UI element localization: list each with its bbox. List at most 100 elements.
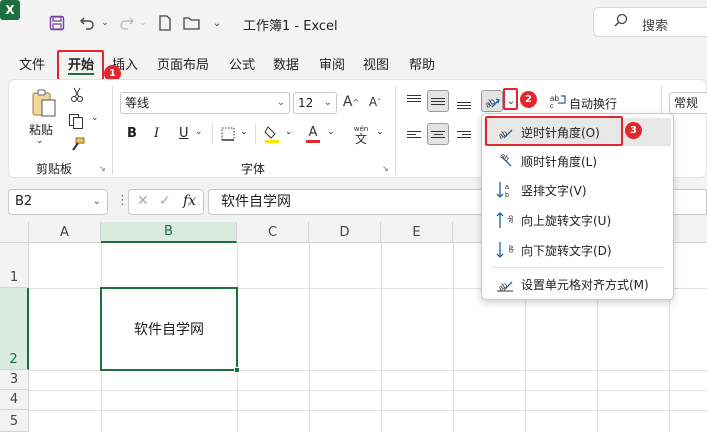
step-badge-3: 3 <box>625 122 642 139</box>
cut-icon[interactable] <box>69 86 85 104</box>
paste-icon[interactable] <box>29 87 59 119</box>
borders-icon[interactable] <box>220 126 236 142</box>
row-header-5[interactable]: 5 <box>0 410 29 432</box>
rotate-text-down-icon: ab <box>496 241 514 259</box>
font-size-dropdown-icon[interactable]: ⌄ <box>324 93 332 113</box>
menu-item-label: 向上旋转文字(U) <box>521 213 612 228</box>
align-center-button[interactable] <box>427 123 449 145</box>
cell-b2[interactable]: 软件自学网 <box>100 287 238 371</box>
vertical-text-icon: ab <box>496 181 514 199</box>
fill-handle[interactable] <box>234 367 240 373</box>
decrease-font-size-icon[interactable]: Aˇ <box>366 95 384 109</box>
tab-review[interactable]: 审阅 <box>319 54 345 73</box>
borders-dropdown-icon[interactable]: ⌄ <box>240 127 248 137</box>
font-separator <box>255 124 256 144</box>
row-header-3[interactable]: 3 <box>0 370 29 390</box>
phonetic-guide-icon[interactable]: wén 文 <box>349 122 373 146</box>
bottom-align-button[interactable] <box>453 90 475 112</box>
tab-page-layout[interactable]: 页面布局 <box>157 54 209 73</box>
cancel-icon[interactable]: ✕ <box>137 193 149 209</box>
grid-line <box>29 410 707 411</box>
fill-color-dropdown-icon[interactable]: ⌄ <box>285 127 293 137</box>
menu-item-label: 竖排文字(V) <box>521 183 587 198</box>
redo-dropdown-icon[interactable]: ⌄ <box>138 12 148 34</box>
copy-dropdown-icon[interactable]: ⌄ <box>91 113 99 123</box>
tab-formulas[interactable]: 公式 <box>229 54 255 73</box>
column-header-c[interactable]: C <box>237 222 309 243</box>
font-color-icon[interactable]: A <box>304 123 322 145</box>
middle-align-button[interactable] <box>427 90 449 112</box>
wrap-text-label[interactable]: 自动换行 <box>569 95 617 112</box>
menu-item-vertical-text[interactable]: ab 竖排文字(V) <box>484 176 671 204</box>
font-size-combo[interactable]: 12 ⌄ <box>293 92 337 114</box>
row-header-1[interactable]: 1 <box>0 243 29 288</box>
tab-data[interactable]: 数据 <box>273 54 299 73</box>
new-file-icon[interactable] <box>154 12 176 34</box>
enter-icon[interactable]: ✓ <box>159 193 171 209</box>
menu-item-rotate-text-down[interactable]: ab 向下旋转文字(D) <box>484 236 671 264</box>
name-box-dropdown-icon[interactable]: ⌄ <box>93 190 101 214</box>
title-bar: X ⌄ ⌄ ⌄ 工作簿1 - Excel 搜索 <box>0 0 707 46</box>
insert-function-button[interactable]: fx <box>183 193 196 209</box>
group-separator <box>112 86 113 174</box>
menu-item-label: 向下旋转文字(D) <box>521 243 612 258</box>
fill-color-icon[interactable] <box>263 124 281 144</box>
search-box[interactable]: 搜索 <box>593 7 707 37</box>
align-left-button[interactable] <box>403 123 425 145</box>
name-box[interactable]: B2 ⌄ <box>8 189 108 215</box>
menu-item-label: 设置单元格对齐方式(M) <box>521 277 649 292</box>
open-folder-icon[interactable] <box>181 12 203 34</box>
grid-line <box>309 243 310 432</box>
align-right-button[interactable] <box>453 123 475 145</box>
paste-dropdown-icon[interactable]: ⌄ <box>36 136 44 146</box>
row-header-2[interactable]: 2 <box>0 288 29 370</box>
wrap-text-icon[interactable]: ab c <box>549 92 569 110</box>
tab-file[interactable]: 文件 <box>19 54 45 73</box>
menu-item-format-cell-alignment[interactable]: ab 设置单元格对齐方式(M) <box>484 270 671 298</box>
top-align-button[interactable] <box>403 90 425 112</box>
column-header-e[interactable]: E <box>381 222 453 243</box>
bold-button[interactable]: B <box>127 126 137 141</box>
underline-button[interactable]: U <box>179 126 189 141</box>
menu-item-label: 顺时针角度(L) <box>521 154 598 169</box>
font-group-label: 字体 <box>241 162 266 176</box>
increase-font-size-icon[interactable]: A ^ <box>342 94 360 110</box>
number-format-value: 常规 <box>674 96 699 110</box>
undo-icon[interactable] <box>76 12 98 34</box>
number-format-combo[interactable]: 常规 <box>669 92 707 114</box>
orientation-button[interactable]: ab <box>481 90 503 112</box>
group-separator <box>395 86 396 174</box>
phonetic-dropdown-icon[interactable]: ⌄ <box>376 127 384 137</box>
select-all-corner[interactable] <box>0 222 29 243</box>
menu-item-angle-clockwise[interactable]: ab 顺时针角度(L) <box>484 147 671 175</box>
font-name-combo[interactable]: 等线 ⌄ <box>120 92 290 114</box>
font-launcher-icon[interactable]: ↘ <box>382 164 389 173</box>
clipboard-launcher-icon[interactable]: ↘ <box>99 164 106 173</box>
tab-view[interactable]: 视图 <box>363 54 389 73</box>
highlight-box-orientation-dropdown <box>503 88 518 110</box>
customize-dropdown-icon[interactable]: ⌄ <box>210 12 224 34</box>
rotate-text-up-icon: ab <box>496 211 514 229</box>
undo-dropdown-icon[interactable]: ⌄ <box>100 12 110 34</box>
svg-text:ab: ab <box>499 153 512 164</box>
font-color-dropdown-icon[interactable]: ⌄ <box>327 127 335 137</box>
menu-item-rotate-text-up[interactable]: ab 向上旋转文字(U) <box>484 206 671 234</box>
window-title: 工作簿1 - Excel <box>243 19 338 34</box>
redo-icon[interactable] <box>116 12 138 34</box>
italic-button[interactable]: I <box>154 126 159 141</box>
excel-logo-icon: X <box>0 0 20 20</box>
highlight-box-counterclockwise <box>485 116 623 146</box>
copy-icon[interactable] <box>67 112 85 130</box>
name-box-value: B2 <box>15 194 33 209</box>
row-header-4[interactable]: 4 <box>0 390 29 410</box>
search-placeholder: 搜索 <box>642 19 669 34</box>
column-header-a[interactable]: A <box>29 222 101 243</box>
format-painter-icon[interactable] <box>69 136 85 154</box>
save-icon[interactable] <box>46 12 68 34</box>
column-header-d[interactable]: D <box>309 222 381 243</box>
underline-dropdown-icon[interactable]: ⌄ <box>195 127 203 137</box>
grid-line <box>453 243 454 432</box>
tab-help[interactable]: 帮助 <box>409 54 435 73</box>
font-name-dropdown-icon[interactable]: ⌄ <box>277 93 285 113</box>
column-header-b[interactable]: B <box>101 222 237 243</box>
